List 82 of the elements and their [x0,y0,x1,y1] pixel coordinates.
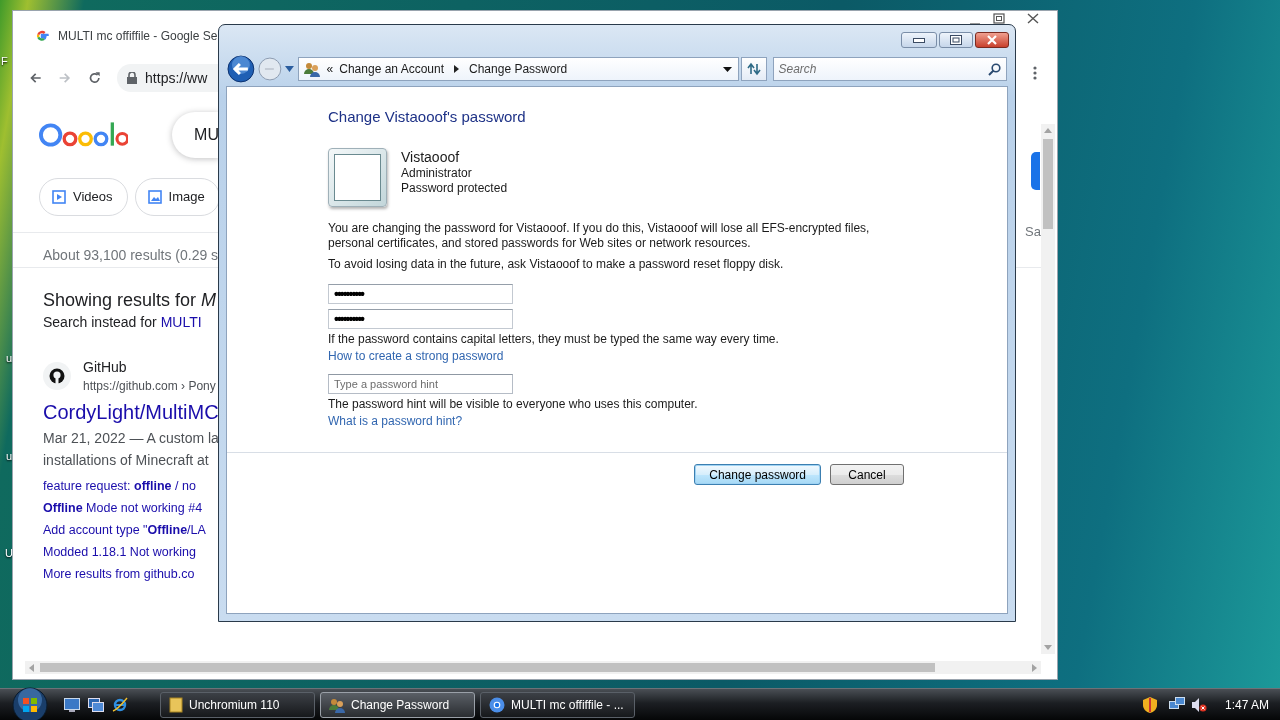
address-bar[interactable]: https://ww [117,64,219,92]
sitelink[interactable]: feature request: offline / no [43,475,196,497]
hint-note: The password hint will be visible to everyone who uses this computer. [328,397,698,412]
users-icon [302,61,321,77]
maximize-icon[interactable] [993,13,1005,24]
google-icon [35,29,49,43]
strong-password-link[interactable]: How to create a strong password [328,349,504,364]
sitelink[interactable]: Add account type "Offline/LA [43,519,206,541]
change-password-button[interactable]: Change password [694,464,821,485]
dropdown-arrow-icon[interactable] [722,66,732,72]
account-picture-frame [328,148,387,207]
result-url: https://github.com › Pony [83,378,216,395]
sitelink[interactable]: More results from github.co [43,563,195,585]
sidebar-text: Sa [1025,223,1041,241]
search-instead-text: Search instead for [43,313,157,332]
users-icon [329,696,345,713]
account-status: Password protected [401,181,508,196]
browser-tab[interactable]: MULTI mc offiffile - Google Se [58,27,218,45]
menu-icon[interactable] [1033,66,1037,80]
search-instead-link[interactable]: MULTI [160,312,202,332]
account-type: Administrator [401,166,473,181]
account-name: Vistaooof [401,148,461,166]
vertical-scrollbar[interactable] [1041,124,1055,654]
clock[interactable]: 1:47 AM [1224,695,1269,714]
image-icon [147,190,162,204]
address-bar[interactable]: « Change an Account Change Password [297,57,739,81]
start-button[interactable] [12,686,48,720]
password-hint-link[interactable]: What is a password hint? [328,414,463,429]
lock-icon [127,72,138,84]
github-icon [49,368,65,384]
desktop-icon-label[interactable]: U [5,545,13,562]
search-field[interactable]: Search [772,57,1007,81]
password-hint-field[interactable]: Type a password hint [328,374,513,394]
show-desktop-icon[interactable] [64,697,80,712]
breadcrumb-item[interactable]: Change Password [469,60,568,78]
snippet-line: installations of Minecraft at [43,451,210,470]
shield-icon[interactable] [1142,696,1157,713]
info-paragraph: To avoid losing data in the future, ask Vistaooof to make a password reset floppy disk. [328,257,785,272]
search-button[interactable] [1031,152,1040,190]
back-icon[interactable] [227,55,255,83]
cancel-button[interactable]: Cancel [830,464,904,485]
search-field[interactable]: MU [172,112,219,158]
scrollbar-thumb[interactable] [1043,139,1053,229]
minimize-icon [913,37,925,43]
switch-windows-icon[interactable] [88,697,104,712]
caps-note: If the password contains capital letters, they must be typed the same way every time. [328,332,779,347]
overflow-chevron[interactable]: « [326,60,334,78]
minimize-button[interactable] [901,32,937,48]
password-field[interactable]: •••••••••• [328,309,513,329]
taskbar-button[interactable]: MULTI mc offiffile - ... [480,691,635,718]
taskbar-button[interactable]: Change Password [320,691,475,718]
volume-muted-icon[interactable] [1190,696,1207,713]
taskbar-button[interactable]: Unchromium 110 [160,691,315,718]
sitelink[interactable]: Modded 1.18.1 Not working [43,541,196,563]
result-stats: About 93,100 results (0.29 s [43,246,219,265]
page-heading: Change Vistaooof's password [328,107,526,127]
sitelink[interactable]: Offline Mode not working #4 [43,497,203,519]
close-icon [986,35,998,45]
close-button[interactable] [975,32,1009,48]
spelling-correction: Showing results for M [43,289,218,312]
desktop-icon-label[interactable]: u [6,350,13,367]
result-site: GitHub [83,358,128,377]
browser-icon [489,696,505,713]
maximize-icon [950,35,962,45]
snippet-line: Mar 21, 2022 — A custom la [43,429,219,448]
maximize-button[interactable] [939,32,973,48]
folder-icon [169,696,183,713]
reload-icon[interactable] [87,70,102,86]
search-icon [988,62,1001,76]
play-icon [52,190,66,204]
breadcrumb-arrow-icon[interactable] [454,65,459,73]
close-icon[interactable] [1027,13,1039,24]
desktop-icon-label[interactable]: u [6,448,13,465]
result-title-link[interactable]: CordyLight/MultiMC [43,399,219,425]
breadcrumb-item[interactable]: Change an Account [339,60,444,78]
history-dropdown-icon[interactable] [284,66,294,72]
refresh-icon [745,62,762,76]
refresh-button[interactable] [740,57,767,81]
horizontal-scrollbar[interactable] [25,661,1041,674]
info-paragraph: You are changing the password for Vistaooof. If you do this, Vistaooof will lose all EFS-encrypted files, personal certificates, and stored passwords for Web sites or network resources. [328,221,871,251]
password-field[interactable]: •••••••••• [328,284,513,304]
scrollbar-thumb[interactable] [40,663,935,672]
